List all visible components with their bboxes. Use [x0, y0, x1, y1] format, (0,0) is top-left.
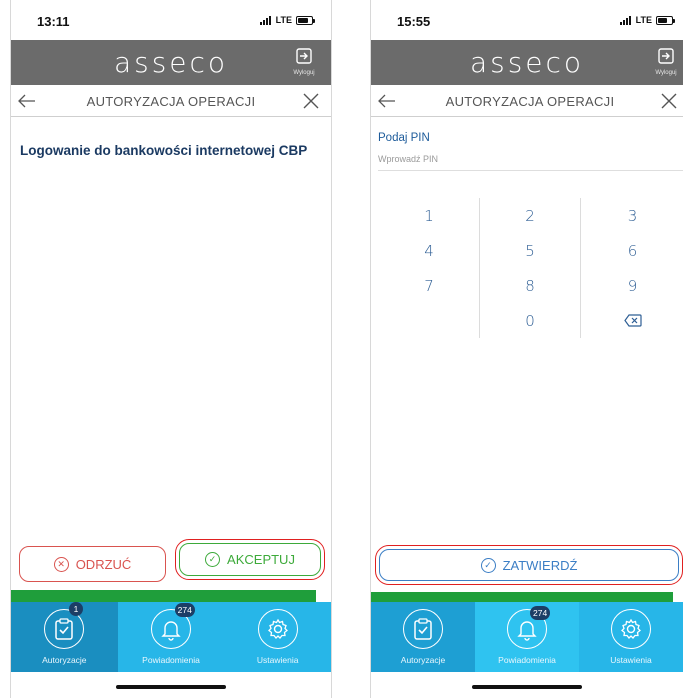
nav-label-autoryzacje: Autoryzacje: [400, 655, 446, 665]
nav-label-autoryzacje: Autoryzacje: [42, 655, 87, 665]
status-bar: 15:55 LTE: [371, 0, 683, 40]
confirm-check-icon: ✓: [480, 557, 496, 573]
home-indicator[interactable]: [472, 685, 582, 689]
logout-label: Wyloguj: [655, 70, 677, 76]
reject-x-icon: ✕: [53, 556, 69, 572]
accept-check-icon: ✓: [205, 552, 221, 567]
brand-header: asseco Wyloguj: [371, 40, 683, 85]
asseco-logo: asseco: [113, 46, 229, 79]
green-strip: [11, 590, 316, 602]
close-icon[interactable]: [659, 91, 679, 111]
status-indicators: LTE: [259, 15, 315, 25]
key-0[interactable]: 0: [480, 303, 581, 338]
nav-item-powiadomienia[interactable]: 274 Powiadomienia: [118, 602, 225, 672]
nav-label-powiadomienia: Powiadomienia: [142, 655, 200, 665]
nav-label-ustawienia: Ustawienia: [610, 655, 652, 665]
key-9[interactable]: 9: [581, 268, 683, 303]
phone-screen-pin: 15:55 LTE asseco Wyloguj AUTORYZACJA OPE…: [370, 0, 683, 698]
page-title-bar: AUTORYZACJA OPERACJI: [11, 85, 331, 117]
bottom-navigation: Autoryzacje 274 Powiadomienia Ustawienia: [371, 602, 683, 672]
key-6[interactable]: 6: [581, 233, 683, 268]
back-arrow-icon[interactable]: [377, 91, 397, 111]
logout-label: Wyloguj: [293, 70, 315, 76]
reject-label: ODRZUĆ: [75, 556, 132, 572]
back-arrow-icon[interactable]: [17, 91, 37, 111]
asseco-logo: asseco: [469, 46, 585, 79]
nav-item-ustawienia[interactable]: Ustawienia: [579, 602, 683, 672]
battery-icon: [656, 15, 675, 25]
status-indicators: LTE: [619, 15, 675, 25]
clipboard-check-icon: [403, 609, 443, 649]
nav-item-powiadomienia[interactable]: 274 Powiadomienia: [475, 602, 579, 672]
battery-icon: [296, 15, 315, 25]
nav-item-autoryzacje[interactable]: Autoryzacje: [371, 602, 475, 672]
key-3[interactable]: 3: [581, 198, 683, 233]
reject-button[interactable]: ✕ ODRZUĆ: [19, 546, 166, 582]
accept-label: AKCEPTUJ: [227, 552, 295, 567]
page-title: AUTORYZACJA OPERACJI: [86, 94, 256, 109]
page-title-bar: AUTORYZACJA OPERACJI: [371, 85, 683, 117]
key-2[interactable]: 2: [480, 198, 581, 233]
notifications-badge: 274: [530, 606, 551, 620]
gear-icon: [257, 609, 298, 649]
nav-label-powiadomienia: Powiadomienia: [498, 655, 556, 665]
logout-button[interactable]: Wyloguj: [651, 48, 681, 76]
bottom-navigation: 1 Autoryzacje 274 Powiadomienia Ustawien…: [11, 602, 331, 672]
authorization-badge: 1: [69, 602, 83, 616]
status-bar: 13:11 LTE: [11, 0, 331, 40]
key-8[interactable]: 8: [480, 268, 581, 303]
home-indicator[interactable]: [116, 685, 226, 689]
logout-button[interactable]: Wyloguj: [289, 48, 319, 76]
logout-icon: [658, 48, 674, 64]
network-label: LTE: [275, 15, 292, 25]
network-label: LTE: [635, 15, 652, 25]
close-icon[interactable]: [301, 91, 321, 111]
signal-icon: [259, 15, 272, 25]
nav-item-ustawienia[interactable]: Ustawienia: [224, 602, 331, 672]
key-5[interactable]: 5: [480, 233, 581, 268]
pin-input[interactable]: Wprowadź PIN: [378, 151, 683, 171]
backspace-icon: [623, 314, 642, 327]
status-time: 13:11: [37, 14, 70, 29]
accept-button[interactable]: ✓ AKCEPTUJ: [175, 539, 325, 580]
notifications-badge: 274: [174, 603, 195, 617]
confirm-label: ZATWIERDŹ: [502, 557, 578, 573]
status-time: 15:55: [397, 14, 431, 29]
pin-keypad: 1 2 3 4 5 6 7 8 9 0: [379, 198, 683, 338]
nav-item-autoryzacje[interactable]: 1 Autoryzacje: [11, 602, 118, 672]
key-empty: [379, 303, 480, 338]
home-indicator-area: [11, 672, 331, 698]
pin-label: Podaj PIN: [378, 132, 430, 144]
confirm-button[interactable]: ✓ ZATWIERDŹ: [375, 545, 683, 585]
logout-icon: [296, 48, 312, 64]
key-backspace[interactable]: [581, 303, 683, 338]
phone-screen-authorization: 13:11 LTE asseco Wyloguj AUTORYZACJA OPE…: [10, 0, 332, 698]
key-7[interactable]: 7: [379, 268, 480, 303]
nav-label-ustawienia: Ustawienia: [256, 655, 299, 665]
key-1[interactable]: 1: [379, 198, 480, 233]
signal-icon: [619, 15, 632, 25]
operation-description: Logowanie do bankowości internetowej CBP: [20, 143, 308, 158]
key-4[interactable]: 4: [379, 233, 480, 268]
page-title: AUTORYZACJA OPERACJI: [445, 94, 615, 109]
gear-icon: [611, 609, 651, 649]
home-indicator-area: [371, 672, 683, 698]
brand-header: asseco Wyloguj: [11, 40, 331, 85]
